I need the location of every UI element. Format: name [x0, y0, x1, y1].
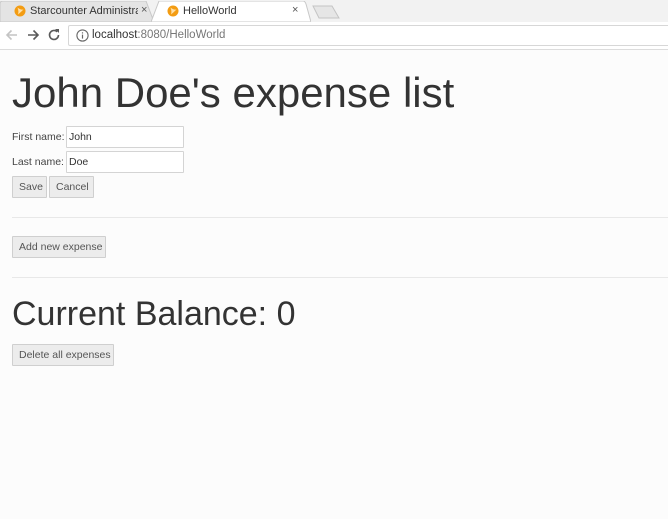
last-name-input[interactable]	[66, 151, 184, 173]
starcounter-favicon-icon	[167, 5, 179, 17]
cancel-button[interactable]: Cancel	[49, 176, 94, 198]
starcounter-favicon-icon	[14, 5, 26, 17]
first-name-input[interactable]	[66, 126, 184, 148]
tab-title: Starcounter Administrato	[30, 5, 138, 17]
first-name-label: First name:	[12, 131, 65, 143]
close-tab-icon[interactable]: ×	[141, 4, 147, 17]
reload-icon[interactable]	[45, 26, 63, 44]
last-name-label: Last name:	[12, 156, 64, 168]
url-host: localhost	[92, 29, 138, 41]
arrow-right-icon[interactable]	[24, 26, 42, 44]
address-url: localhost:8080/HelloWorld	[92, 29, 225, 41]
browser-tabstrip: Starcounter Administrato × HelloWorld ×	[0, 0, 668, 22]
tab-helloworld[interactable]: HelloWorld ×	[151, 1, 311, 22]
delete-all-expenses-button[interactable]: Delete all expenses	[12, 344, 114, 366]
divider	[12, 277, 668, 278]
tab-starcounter-administrator[interactable]: Starcounter Administrato ×	[0, 1, 156, 22]
page-title: John Doe's expense list	[12, 69, 455, 116]
url-path: :8080/HelloWorld	[137, 29, 226, 41]
save-button[interactable]: Save	[12, 176, 47, 198]
current-balance: Current Balance: 0	[12, 295, 296, 333]
add-new-expense-button[interactable]: Add new expense	[12, 236, 106, 258]
info-icon[interactable]	[76, 29, 89, 42]
address-bar[interactable]: localhost:8080/HelloWorld	[68, 25, 668, 46]
arrow-left-icon[interactable]	[3, 26, 21, 44]
close-tab-icon[interactable]: ×	[292, 4, 298, 17]
divider	[12, 217, 668, 218]
page-content: John Doe's expense list First name: Last…	[0, 51, 668, 519]
browser-toolbar: localhost:8080/HelloWorld	[0, 22, 668, 50]
new-tab-button[interactable]	[312, 5, 340, 19]
tab-title: HelloWorld	[183, 5, 237, 17]
